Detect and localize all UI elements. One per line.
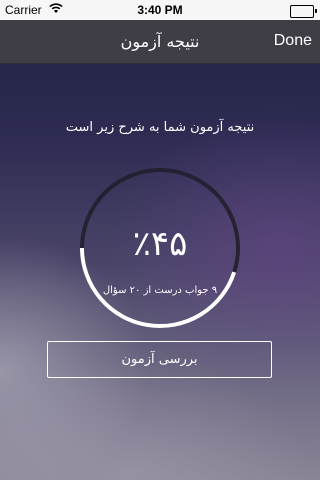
score-gauge: ٪۴۵ ۹ جواب درست از ۲۰ سؤال [80,168,240,328]
battery-icon [290,5,317,18]
score-detail: ۹ جواب درست از ۲۰ سؤال [102,285,218,296]
navigation-bar: نتیجه آزمون Done [0,20,320,64]
score-percent: ٪۴۵ [132,224,188,264]
page-title: نتیجه آزمون [120,32,200,51]
review-exam-button[interactable]: بررسی آزمون [47,341,272,378]
status-bar: Carrier 3:40 PM [0,0,320,20]
result-heading: نتیجه آزمون شما به شرح زیر است [65,120,255,135]
done-button[interactable]: Done [274,32,312,50]
review-exam-label: بررسی آزمون [121,352,198,367]
status-time: 3:40 PM [137,3,183,17]
